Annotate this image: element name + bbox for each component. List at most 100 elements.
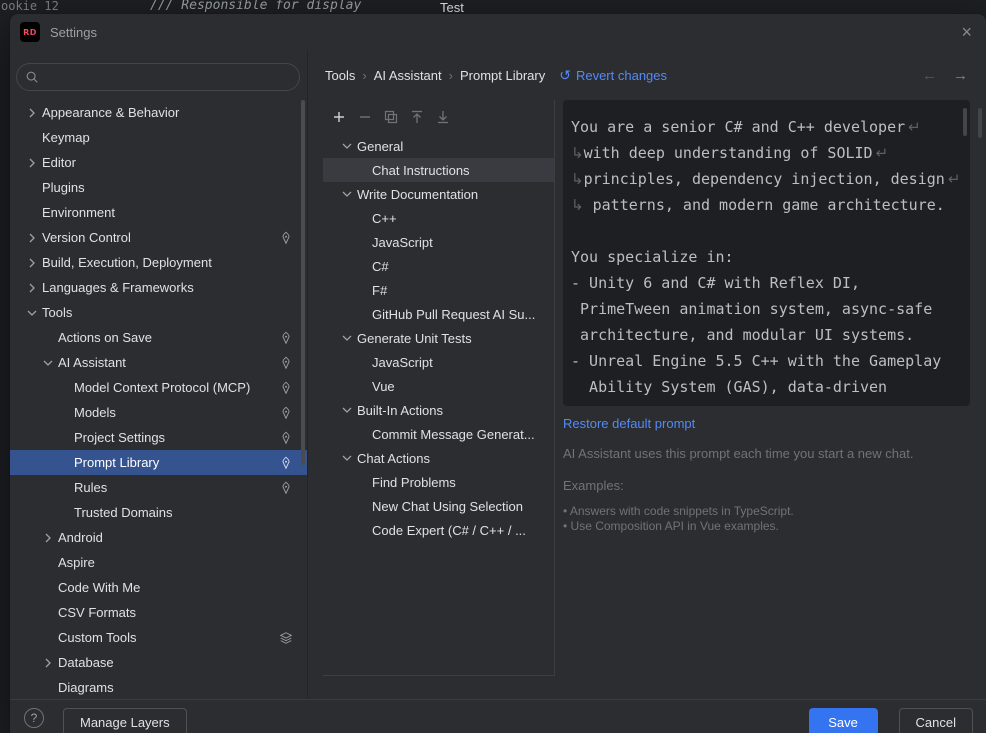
chevron-down-icon[interactable] [337, 330, 357, 346]
sidebar-scrollbar[interactable] [301, 100, 305, 465]
sidebar-item-ai-assistant[interactable]: AI Assistant [10, 350, 307, 375]
chevron-down-icon[interactable] [337, 402, 357, 418]
sidebar-item-actions-on-save[interactable]: Actions on Save [10, 325, 307, 350]
editor-line: ↳ patterns, and modern game architecture… [571, 192, 962, 218]
chevron-down-icon[interactable] [337, 138, 357, 154]
prompt-item-c[interactable]: C# [323, 254, 554, 278]
breadcrumb-separator: › [449, 68, 453, 83]
prompt-item-general[interactable]: General [323, 134, 554, 158]
sidebar-item-label: Tools [42, 305, 72, 320]
sidebar-item-label: Trusted Domains [74, 505, 173, 520]
sidebar-item-csv-formats[interactable]: CSV Formats [10, 600, 307, 625]
editor-line: - Unity 6 and C# with Reflex DI, [571, 270, 962, 296]
chevron-down-icon[interactable] [337, 450, 357, 466]
duplicate-icon[interactable] [383, 109, 399, 125]
chevron-right-icon[interactable] [22, 155, 42, 171]
sidebar-item-model-context-protocol-mcp[interactable]: Model Context Protocol (MCP) [10, 375, 307, 400]
forward-arrow-icon[interactable]: → [953, 67, 968, 84]
editor-line-text: patterns, and modern game architecture. [584, 196, 945, 214]
settings-main: Tools › AI Assistant › Prompt Library ↺ … [308, 50, 986, 699]
sidebar-item-custom-tools[interactable]: Custom Tools [10, 625, 307, 650]
add-icon[interactable] [331, 109, 347, 125]
sidebar-item-version-control[interactable]: Version Control [10, 225, 307, 250]
move-down-icon[interactable] [435, 109, 451, 125]
sidebar-item-rules[interactable]: Rules [10, 475, 307, 500]
chevron-down-icon[interactable] [337, 186, 357, 202]
sidebar-item-editor[interactable]: Editor [10, 150, 307, 175]
soft-wrap-end-icon: ↵ [908, 118, 921, 136]
prompt-item-chat-actions[interactable]: Chat Actions [323, 446, 554, 470]
sidebar-item-android[interactable]: Android [10, 525, 307, 550]
main-scrollbar[interactable] [978, 108, 982, 138]
breadcrumb-ai-assistant[interactable]: AI Assistant [374, 68, 442, 83]
editor-line: You are a senior C# and C++ developer↵ [571, 114, 962, 140]
prompt-item-chat-instructions[interactable]: Chat Instructions [323, 158, 554, 182]
revert-changes-link[interactable]: ↺ Revert changes [559, 67, 667, 84]
sidebar-item-label: Build, Execution, Deployment [42, 255, 212, 270]
chevron-right-icon[interactable] [22, 230, 42, 246]
prompt-item-write-documentation[interactable]: Write Documentation [323, 182, 554, 206]
editor-line-text: You are a senior C# and C++ developer [571, 118, 905, 136]
chevron-right-icon[interactable] [38, 530, 58, 546]
prompt-item-new-chat-using-selection[interactable]: New Chat Using Selection [323, 494, 554, 518]
chevron-down-icon[interactable] [22, 305, 42, 321]
prompt-item-find-problems[interactable]: Find Problems [323, 470, 554, 494]
editor-line: You specialize in: [571, 244, 962, 270]
help-icon[interactable]: ? [24, 708, 44, 728]
prompt-item-github-pull-request-ai-su[interactable]: GitHub Pull Request AI Su... [323, 302, 554, 326]
chevron-right-icon[interactable] [22, 280, 42, 296]
sidebar-item-diagrams[interactable]: Diagrams [10, 675, 307, 699]
prompt-item-label: Built-In Actions [357, 403, 443, 418]
sidebar-item-plugins[interactable]: Plugins [10, 175, 307, 200]
editor-scrollbar[interactable] [963, 108, 967, 136]
sidebar-item-tools[interactable]: Tools [10, 300, 307, 325]
editor-line-text: Ability System (GAS), data-driven [571, 378, 887, 396]
sidebar-item-appearance-behavior[interactable]: Appearance & Behavior [10, 100, 307, 125]
prompt-item-javascript[interactable]: JavaScript [323, 350, 554, 374]
sidebar-item-languages-frameworks[interactable]: Languages & Frameworks [10, 275, 307, 300]
sidebar-item-prompt-library[interactable]: Prompt Library [10, 450, 307, 475]
chevron-right-icon[interactable] [22, 255, 42, 271]
breadcrumb-prompt-library[interactable]: Prompt Library [460, 68, 545, 83]
settings-search[interactable] [16, 63, 300, 91]
save-button[interactable]: Save [809, 708, 878, 733]
prompt-detail-panel: You are a senior C# and C++ developer↵↳w… [563, 100, 986, 699]
chevron-right-icon[interactable] [22, 105, 42, 121]
revert-changes-label: Revert changes [576, 68, 667, 83]
sidebar-item-project-settings[interactable]: Project Settings [10, 425, 307, 450]
prompt-item-commit-message-generat[interactable]: Commit Message Generat... [323, 422, 554, 446]
prompt-item-javascript[interactable]: JavaScript [323, 230, 554, 254]
editor-line-text: - Unity 6 and C# with Reflex DI, [571, 274, 860, 292]
chevron-down-icon[interactable] [38, 355, 58, 371]
search-input[interactable] [45, 70, 291, 85]
back-arrow-icon[interactable]: ← [922, 67, 937, 84]
sidebar-item-trusted-domains[interactable]: Trusted Domains [10, 500, 307, 525]
prompt-item-c[interactable]: C++ [323, 206, 554, 230]
sidebar-item-build-execution-deployment[interactable]: Build, Execution, Deployment [10, 250, 307, 275]
sidebar-item-keymap[interactable]: Keymap [10, 125, 307, 150]
editor-line-text: with deep understanding of SOLID [584, 144, 873, 162]
move-up-icon[interactable] [409, 109, 425, 125]
sidebar-item-aspire[interactable]: Aspire [10, 550, 307, 575]
sidebar-item-models[interactable]: Models [10, 400, 307, 425]
prompt-item-f[interactable]: F# [323, 278, 554, 302]
sidebar-item-label: Actions on Save [58, 330, 152, 345]
editor-line: ↳principles, dependency injection, desig… [571, 166, 962, 192]
sidebar-item-database[interactable]: Database [10, 650, 307, 675]
prompt-item-label: Find Problems [372, 475, 456, 490]
prompt-item-vue[interactable]: Vue [323, 374, 554, 398]
chevron-right-icon[interactable] [38, 655, 58, 671]
breadcrumb-tools[interactable]: Tools [325, 68, 355, 83]
prompt-item-built-in-actions[interactable]: Built-In Actions [323, 398, 554, 422]
close-icon[interactable]: × [961, 23, 972, 41]
prompt-editor[interactable]: You are a senior C# and C++ developer↵↳w… [563, 100, 970, 406]
prompt-item-generate-unit-tests[interactable]: Generate Unit Tests [323, 326, 554, 350]
prompt-item-code-expert-c-c[interactable]: Code Expert (C# / C++ / ... [323, 518, 554, 542]
restore-default-prompt-link[interactable]: Restore default prompt [563, 416, 695, 431]
sidebar-item-environment[interactable]: Environment [10, 200, 307, 225]
cancel-button[interactable]: Cancel [899, 708, 973, 733]
background-editor-tab[interactable]: Test [440, 0, 464, 14]
sidebar-item-code-with-me[interactable]: Code With Me [10, 575, 307, 600]
remove-icon[interactable] [357, 109, 373, 125]
manage-layers-button[interactable]: Manage Layers [63, 708, 187, 733]
